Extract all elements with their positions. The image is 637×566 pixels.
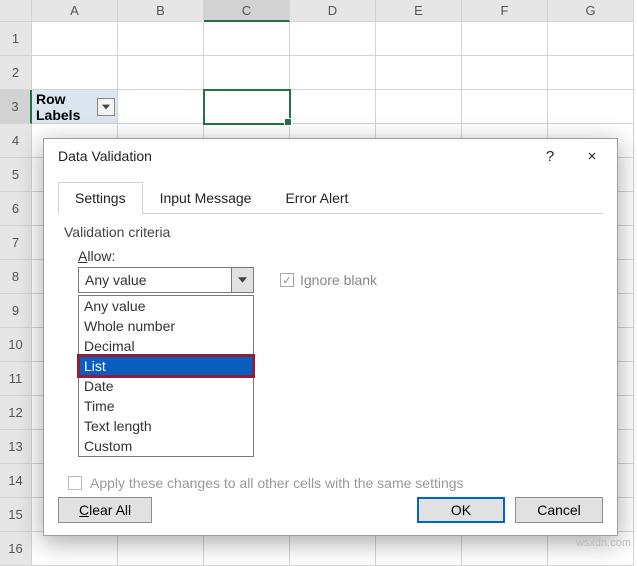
row-header[interactable]: 5	[0, 158, 32, 192]
cell[interactable]	[548, 90, 634, 124]
tab-settings[interactable]: Settings	[58, 182, 143, 214]
apply-all-checkbox: Apply these changes to all other cells w…	[68, 475, 597, 491]
row-header[interactable]: 3	[0, 90, 32, 124]
col-header-b[interactable]: B	[118, 0, 204, 22]
row-header[interactable]: 13	[0, 430, 32, 464]
option-list[interactable]: List	[79, 356, 253, 376]
cell[interactable]	[462, 56, 548, 90]
ok-button[interactable]: OK	[417, 497, 505, 523]
row-header[interactable]: 15	[0, 498, 32, 532]
row-header[interactable]: 7	[0, 226, 32, 260]
cell[interactable]	[290, 22, 376, 56]
dialog-button-bar: Clear All OK Cancel	[58, 497, 603, 523]
select-all-corner[interactable]	[0, 0, 32, 22]
row-header[interactable]: 4	[0, 124, 32, 158]
cell[interactable]	[118, 532, 204, 566]
row-header[interactable]: 11	[0, 362, 32, 396]
row-header[interactable]: 10	[0, 328, 32, 362]
cell[interactable]	[32, 22, 118, 56]
cell[interactable]	[290, 56, 376, 90]
col-header-a[interactable]: A	[32, 0, 118, 22]
allow-combo-button[interactable]	[231, 268, 253, 292]
clear-all-button[interactable]: Clear All	[58, 497, 152, 523]
row-header[interactable]: 9	[0, 294, 32, 328]
option-date[interactable]: Date	[79, 376, 253, 396]
validation-criteria-label: Validation criteria	[64, 224, 597, 240]
cell[interactable]	[118, 22, 204, 56]
cancel-button[interactable]: Cancel	[515, 497, 603, 523]
checkbox-icon	[68, 476, 82, 490]
allow-dropdown-list[interactable]: Any value Whole number Decimal List Date…	[78, 295, 254, 457]
option-text-length[interactable]: Text length	[79, 416, 253, 436]
cell[interactable]	[32, 56, 118, 90]
active-cell[interactable]	[204, 90, 290, 124]
cell[interactable]	[204, 56, 290, 90]
data-validation-dialog: Data Validation ? × Settings Input Messa…	[43, 138, 618, 536]
row-header[interactable]: 6	[0, 192, 32, 226]
col-header-e[interactable]: E	[376, 0, 462, 22]
col-header-f[interactable]: F	[462, 0, 548, 22]
close-icon: ×	[588, 148, 597, 165]
row-header[interactable]: 8	[0, 260, 32, 294]
row-header[interactable]: 14	[0, 464, 32, 498]
dialog-title: Data Validation	[58, 148, 529, 164]
close-button[interactable]: ×	[571, 142, 613, 170]
cell[interactable]	[118, 56, 204, 90]
cell[interactable]	[290, 532, 376, 566]
watermark: wsxdn.com	[576, 537, 631, 549]
cell[interactable]	[376, 22, 462, 56]
col-header-c[interactable]: C	[204, 0, 290, 22]
col-header-d[interactable]: D	[290, 0, 376, 22]
checkbox-icon: ✓	[280, 273, 294, 287]
allow-label: Allow:	[78, 248, 597, 264]
pivot-row-labels-cell[interactable]: Row Labels	[32, 90, 118, 124]
cell[interactable]	[32, 532, 118, 566]
allow-combo-value: Any value	[79, 272, 231, 288]
cell[interactable]	[548, 22, 634, 56]
ignore-blank-checkbox: ✓ Ignore blank	[280, 272, 377, 288]
row-header[interactable]: 1	[0, 22, 32, 56]
option-decimal[interactable]: Decimal	[79, 336, 253, 356]
row-header[interactable]: 12	[0, 396, 32, 430]
ignore-blank-label: Ignore blank	[300, 272, 377, 288]
dialog-titlebar[interactable]: Data Validation ? ×	[44, 139, 617, 173]
row-header[interactable]: 16	[0, 532, 32, 566]
option-any-value[interactable]: Any value	[79, 296, 253, 316]
dialog-tabs: Settings Input Message Error Alert	[58, 181, 603, 214]
tab-input-message[interactable]: Input Message	[143, 182, 269, 214]
pivot-filter-button[interactable]	[97, 98, 115, 116]
cell[interactable]	[462, 22, 548, 56]
cell[interactable]	[376, 56, 462, 90]
cell[interactable]	[376, 532, 462, 566]
cell[interactable]	[204, 22, 290, 56]
option-time[interactable]: Time	[79, 396, 253, 416]
cell[interactable]	[290, 90, 376, 124]
cell[interactable]	[548, 56, 634, 90]
col-header-g[interactable]: G	[548, 0, 634, 22]
row-header[interactable]: 2	[0, 56, 32, 90]
option-custom[interactable]: Custom	[79, 436, 253, 456]
option-whole-number[interactable]: Whole number	[79, 316, 253, 336]
cell[interactable]	[376, 90, 462, 124]
tab-error-alert[interactable]: Error Alert	[268, 182, 365, 214]
apply-all-label: Apply these changes to all other cells w…	[90, 475, 464, 491]
cell[interactable]	[462, 90, 548, 124]
column-headers: A B C D E F G	[0, 0, 637, 22]
settings-panel: Validation criteria Allow: Any value ✓ I…	[44, 214, 617, 491]
allow-combo[interactable]: Any value	[78, 267, 254, 293]
cell[interactable]	[118, 90, 204, 124]
cell[interactable]	[204, 532, 290, 566]
cell[interactable]	[462, 532, 548, 566]
help-button[interactable]: ?	[529, 142, 571, 170]
